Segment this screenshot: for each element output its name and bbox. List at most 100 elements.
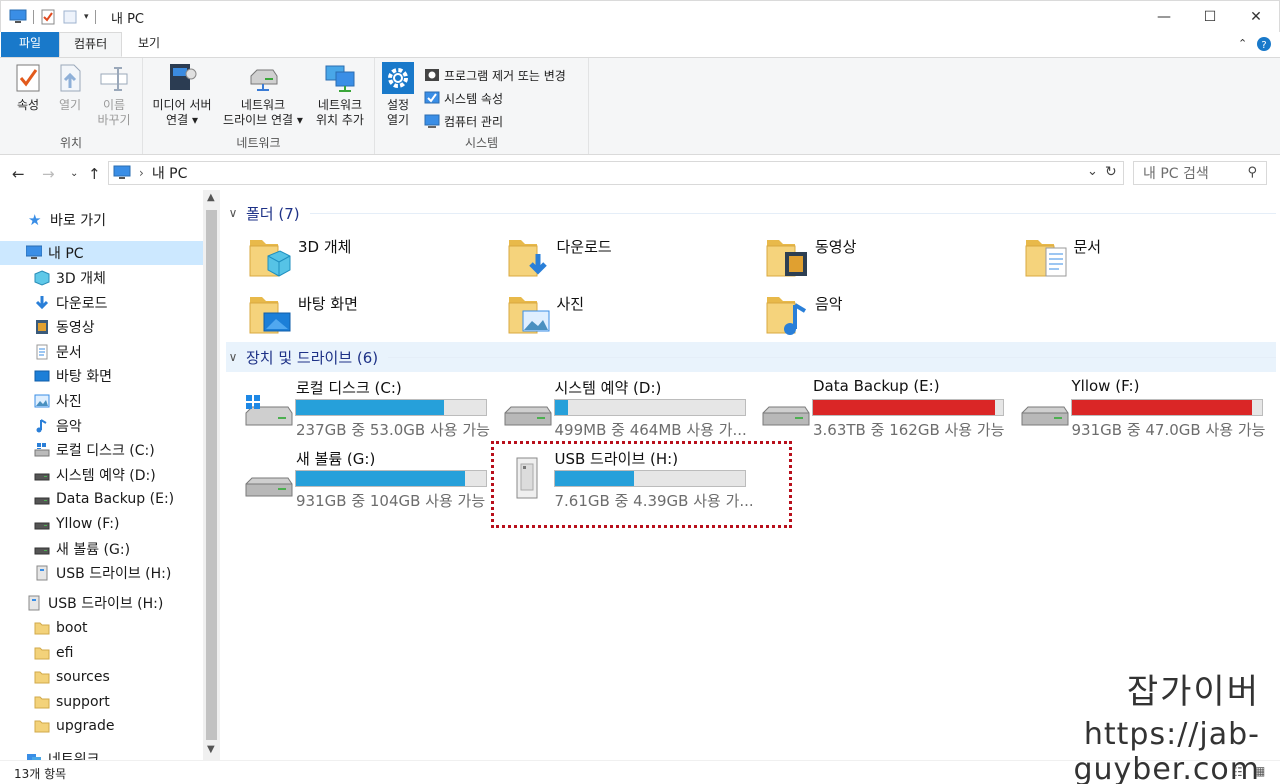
map-drive-button[interactable]: 네트워크 드라이브 연결 ▾ <box>219 62 307 128</box>
nav-pc-item[interactable]: Data Backup (E:) <box>34 487 174 511</box>
customize-toolbar-icon[interactable]: ▾ <box>84 12 89 22</box>
music-folder-icon <box>763 293 811 337</box>
nav-quick-access[interactable]: ★ 바로 가기 <box>28 208 106 232</box>
search-input[interactable]: 내 PC 검색 ⚲ <box>1133 161 1267 185</box>
properties-icon[interactable] <box>40 9 56 25</box>
drives-header[interactable]: ∨ 장치 및 드라이브 (6) <box>226 342 1276 372</box>
nav-pc-item[interactable]: 바탕 화면 <box>34 364 112 388</box>
nav-usb-folder[interactable]: sources <box>34 665 110 689</box>
nav-pc-item[interactable]: 다운로드 <box>34 291 108 315</box>
capacity-bar-fill <box>296 471 466 486</box>
folder-item[interactable]: 바탕 화면 <box>246 289 496 341</box>
drive-item[interactable]: 시스템 예약 (D:) 499MB 중 464MB 사용 가... <box>503 377 759 441</box>
nav-pc-item[interactable]: Yllow (F:) <box>34 512 119 536</box>
nav-label: 동영상 <box>56 320 95 337</box>
folder-item[interactable]: 다운로드 <box>505 232 755 284</box>
nav-usb-drive[interactable]: USB 드라이브 (H:) <box>26 591 163 615</box>
nav-pc-item[interactable]: 시스템 예약 (D:) <box>34 463 156 487</box>
toolbar-separator <box>94 10 96 24</box>
drive-item[interactable]: 로컬 디스크 (C:) 237GB 중 53.0GB 사용 가능 <box>244 377 500 441</box>
drive-icon <box>34 467 50 483</box>
drive-item[interactable]: 새 볼륨 (G:) 931GB 중 104GB 사용 가능 <box>244 448 500 512</box>
open-button[interactable]: 열기 <box>52 62 88 113</box>
drive-item[interactable]: Yllow (F:) 931GB 중 47.0GB 사용 가능 <box>1020 377 1276 441</box>
folder-name: 사진 <box>556 295 585 313</box>
desktop-icon <box>34 368 50 384</box>
collapse-chevron-icon[interactable]: ∨ <box>226 206 240 220</box>
nav-label: 3D 개체 <box>56 271 106 287</box>
settings-label-1: 설정 <box>386 98 410 112</box>
nav-usb-folder[interactable]: upgrade <box>34 714 114 738</box>
tab-file[interactable]: 파일 <box>1 32 59 57</box>
breadcrumb[interactable]: 내 PC <box>152 163 188 183</box>
tab-computer[interactable]: 컴퓨터 <box>59 32 123 57</box>
hard-drive-icon <box>761 393 811 429</box>
folder-item[interactable]: 동영상 <box>763 232 1013 284</box>
back-arrow-icon[interactable]: ← <box>12 165 25 183</box>
drive-item[interactable]: Data Backup (E:) 3.63TB 중 162GB 사용 가능 <box>761 377 1017 441</box>
desktop-folder-icon <box>246 293 294 337</box>
nav-usb-folder[interactable]: efi <box>34 641 73 665</box>
refresh-icon[interactable]: ↻ <box>1105 164 1117 180</box>
minimize-button[interactable]: — <box>1141 1 1187 33</box>
new-folder-icon[interactable] <box>62 9 78 25</box>
search-icon[interactable]: ⚲ <box>1247 165 1257 180</box>
breadcrumb-separator-icon[interactable]: › <box>139 166 144 180</box>
folder-item[interactable]: 사진 <box>505 289 755 341</box>
nav-pc-item[interactable]: 동영상 <box>34 315 95 339</box>
nav-network[interactable]: 네트워크 <box>26 747 100 760</box>
add-network-location-button[interactable]: 네트워크 위치 추가 <box>309 62 371 128</box>
ribbon-collapse-icon[interactable]: ⌃ <box>1238 37 1247 50</box>
media-server-button[interactable]: 미디어 서버 연결 ▾ <box>147 62 217 128</box>
collapse-chevron-icon[interactable]: ∨ <box>226 350 240 364</box>
nav-pc-item[interactable]: 3D 개체 <box>34 266 106 290</box>
nav-pc-item[interactable]: 문서 <box>34 340 82 364</box>
nav-pc-item[interactable]: 사진 <box>34 389 82 413</box>
watermark-url: https://jab-guyber.com <box>1073 717 1260 784</box>
folder-item[interactable]: 3D 개체 <box>246 232 496 284</box>
recent-locations-chevron-icon[interactable]: ⌄ <box>70 168 78 179</box>
music-icon <box>34 418 50 434</box>
address-bar[interactable]: › 내 PC ⌄ ↻ <box>108 161 1124 185</box>
scroll-up-icon[interactable]: ▲ <box>207 192 215 203</box>
open-icon <box>54 62 86 94</box>
open-settings-button[interactable]: 설정 열기 <box>381 62 415 128</box>
address-dropdown-icon[interactable]: ⌄ <box>1087 164 1098 179</box>
nav-pc-item[interactable]: 새 볼륨 (G:) <box>34 537 130 561</box>
uninstall-program-button[interactable]: 프로그램 제거 또는 변경 <box>424 65 566 85</box>
media-server-icon <box>166 62 198 94</box>
rename-label-1: 이름 <box>102 98 126 112</box>
nav-usb-folder[interactable]: boot <box>34 616 88 640</box>
network-group: 미디어 서버 연결 ▾ 네트워크 드라이브 연결 ▾ 네트워크 위치 추가 네트… <box>143 58 375 154</box>
nav-pc-item[interactable]: USB 드라이브 (H:) <box>34 561 171 585</box>
watermark-brand: 잡가이버 <box>1126 672 1260 712</box>
rename-button[interactable]: 이름 바꾸기 <box>92 62 136 128</box>
computer-management-button[interactable]: 컴퓨터 관리 <box>424 111 503 131</box>
nav-label: 다운로드 <box>56 295 108 312</box>
computer-icon <box>113 165 131 179</box>
nav-pc-item[interactable]: 음악 <box>34 414 82 438</box>
folder-item[interactable]: 음악 <box>763 289 1013 341</box>
folders-header[interactable]: ∨ 폴더 (7) <box>226 198 1276 228</box>
folder-name: 다운로드 <box>556 238 612 256</box>
maximize-button[interactable]: ☐ <box>1187 1 1233 33</box>
up-arrow-icon[interactable]: ↑ <box>88 165 101 183</box>
navigation-scrollbar[interactable]: ▲ ▼ <box>203 190 220 760</box>
system-properties-button[interactable]: 시스템 속성 <box>424 88 503 108</box>
tab-view[interactable]: 보기 <box>124 32 174 57</box>
capacity-bar-fill <box>554 400 568 415</box>
title-bar: ▾ 내 PC — ☐ ✕ <box>0 0 1280 32</box>
properties-button[interactable]: 속성 <box>8 62 48 113</box>
forward-arrow-icon[interactable]: → <box>42 165 55 183</box>
help-icon[interactable]: ? <box>1256 36 1272 52</box>
folder-item[interactable]: 문서 <box>1022 232 1272 284</box>
nav-label: 로컬 디스크 (C:) <box>56 443 155 460</box>
scroll-down-icon[interactable]: ▼ <box>207 744 215 755</box>
scrollbar-thumb[interactable] <box>206 210 217 740</box>
close-button[interactable]: ✕ <box>1233 1 1279 33</box>
nav-pc-item[interactable]: 로컬 디스크 (C:) <box>34 438 155 462</box>
nav-this-pc[interactable]: 내 PC <box>26 241 84 265</box>
nav-usb-folder[interactable]: support <box>34 690 110 714</box>
map-drive-label-1: 네트워크 <box>240 98 286 112</box>
drive-free-space: 931GB 중 104GB 사용 가능 <box>296 492 486 510</box>
